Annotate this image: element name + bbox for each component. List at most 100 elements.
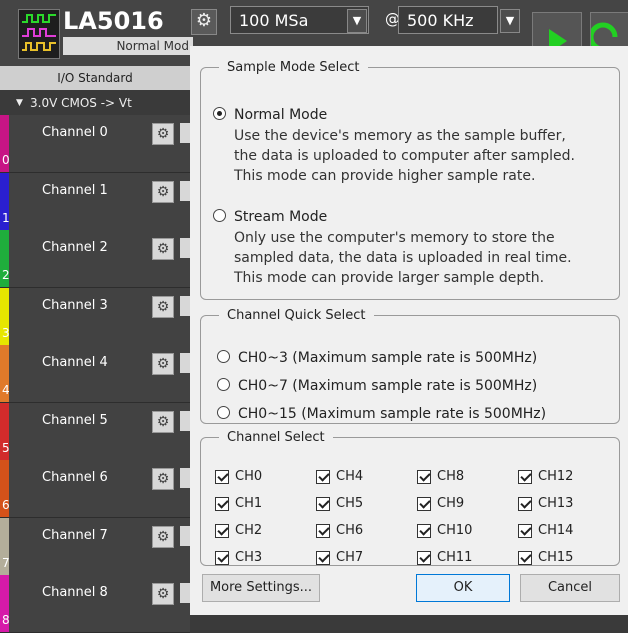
channel-number: 1	[2, 210, 10, 225]
channel-label: Channel 3	[42, 297, 108, 313]
stream-mode-description: Only use the computer's memory to store …	[234, 230, 572, 286]
channel-row[interactable]: 4 Channel 4 ⚙	[0, 345, 190, 403]
channel-toggle[interactable]	[180, 583, 190, 603]
channel-toggle[interactable]	[180, 410, 190, 431]
channel-row[interactable]: 6 Channel 6 ⚙	[0, 460, 190, 518]
channel-checkbox[interactable]: CH2	[215, 523, 262, 538]
channel-checkbox-label: CH15	[538, 550, 574, 565]
chevron-down-icon[interactable]: ▼	[347, 9, 367, 33]
channel-checkbox[interactable]: CH9	[417, 496, 464, 511]
cancel-button[interactable]: Cancel	[520, 574, 620, 602]
quick-select-option[interactable]: CH0~15 (Maximum sample rate is 500MHz)	[217, 404, 546, 424]
radio-unchecked-icon	[217, 350, 230, 363]
checkbox-checked-icon	[215, 469, 229, 484]
normal-mode-label: Normal Mode	[234, 107, 328, 123]
channel-checkbox[interactable]: CH15	[518, 550, 573, 565]
channel-row[interactable]: 5 Channel 5 ⚙	[0, 402, 190, 461]
channel-row[interactable]: 7 Channel 7 ⚙	[0, 517, 190, 576]
channel-select-group: Channel Select CH0 CH1 CH2 CH3 CH4 CH5 CH6 CH7 C…	[200, 430, 620, 566]
channel-toggle[interactable]	[180, 353, 190, 373]
checkbox-checked-icon	[215, 523, 229, 538]
triangle-down-icon: ▼	[16, 98, 23, 108]
normal-mode-radio[interactable]: Normal Mode	[213, 105, 327, 125]
channel-settings-gear-icon[interactable]: ⚙	[152, 525, 174, 548]
channel-settings-gear-icon[interactable]: ⚙	[152, 295, 174, 318]
checkbox-checked-icon	[518, 469, 532, 484]
channel-number: 4	[2, 383, 10, 397]
channel-checkbox-label: CH11	[437, 550, 473, 565]
checkbox-checked-icon	[417, 523, 431, 538]
channel-checkbox[interactable]: CH10	[417, 523, 472, 538]
quick-select-option[interactable]: CH0~3 (Maximum sample rate is 500MHz)	[217, 348, 537, 368]
channel-checkbox[interactable]: CH14	[518, 523, 573, 538]
channel-toggle[interactable]	[180, 525, 190, 546]
checkbox-checked-icon	[316, 469, 330, 484]
channel-checkbox[interactable]: CH12	[518, 469, 573, 484]
channel-toggle[interactable]	[180, 238, 190, 258]
channel-checkbox-label: CH7	[336, 550, 364, 565]
channel-row[interactable]: 3 Channel 3 ⚙	[0, 287, 190, 346]
radio-unchecked-icon	[213, 209, 226, 222]
quick-select-option[interactable]: CH0~7 (Maximum sample rate is 500MHz)	[217, 376, 537, 396]
checkbox-checked-icon	[215, 550, 229, 565]
channel-quick-select-group: Channel Quick Select CH0~3 (Maximum samp…	[200, 308, 620, 424]
channel-label: Channel 0	[42, 125, 108, 140]
channel-settings-gear-icon[interactable]: ⚙	[152, 468, 174, 490]
logic-analyzer-logo-icon	[18, 9, 60, 59]
stream-mode-radio[interactable]: Stream Mode	[213, 207, 327, 227]
quick-select-label: CH0~3 (Maximum sample rate is 500MHz)	[238, 350, 538, 366]
device-name: LA5016	[63, 7, 164, 35]
sample-mode-group: Sample Mode Select Normal Mode Use the d…	[200, 60, 620, 300]
ok-button[interactable]: OK	[416, 574, 510, 602]
checkbox-checked-icon	[518, 496, 532, 511]
channel-number: 5	[2, 440, 10, 455]
channel-toggle[interactable]	[180, 295, 190, 316]
channel-checkbox[interactable]: CH8	[417, 469, 464, 484]
channel-row[interactable]: 8 Channel 8 ⚙	[0, 575, 190, 633]
channel-number: 6	[2, 498, 10, 512]
frequency-select[interactable]: 500 KHz	[398, 6, 498, 34]
channel-toggle[interactable]	[180, 468, 190, 488]
channel-checkbox-label: CH10	[437, 523, 473, 538]
channel-settings-gear-icon[interactable]: ⚙	[152, 123, 174, 145]
checkbox-checked-icon	[518, 550, 532, 565]
channel-toggle[interactable]	[180, 123, 190, 143]
channel-checkbox[interactable]: CH7	[316, 550, 363, 565]
channel-row[interactable]: 0 Channel 0 ⚙	[0, 115, 190, 173]
channel-settings-gear-icon[interactable]: ⚙	[152, 410, 174, 433]
io-standard-select[interactable]: ▼ 3.0V CMOS -> Vt	[0, 92, 190, 114]
channel-settings-gear-icon[interactable]: ⚙	[152, 180, 174, 203]
channel-row[interactable]: 2 Channel 2 ⚙	[0, 230, 190, 288]
channel-row[interactable]: 1 Channel 1 ⚙	[0, 172, 190, 231]
channel-checkbox[interactable]: CH4	[316, 469, 363, 484]
channel-checkbox[interactable]: CH6	[316, 523, 363, 538]
channel-label: Channel 8	[42, 585, 108, 600]
channel-label: Channel 6	[42, 470, 108, 485]
chevron-down-icon[interactable]: ▼	[500, 9, 520, 33]
channel-checkbox[interactable]: CH0	[215, 469, 262, 484]
checkbox-checked-icon	[316, 550, 330, 565]
channel-checkbox-label: CH6	[336, 523, 364, 538]
channel-number: 3	[2, 325, 10, 340]
channel-checkbox[interactable]: CH11	[417, 550, 472, 565]
channel-label: Channel 2	[42, 240, 108, 255]
channel-number: 2	[2, 268, 10, 282]
channel-checkbox-label: CH5	[336, 496, 364, 511]
channel-settings-gear-icon[interactable]: ⚙	[152, 238, 174, 260]
more-settings-button[interactable]: More Settings...	[202, 574, 320, 602]
channel-checkbox[interactable]: CH13	[518, 496, 573, 511]
checkbox-checked-icon	[316, 496, 330, 511]
channel-settings-gear-icon[interactable]: ⚙	[152, 583, 174, 605]
device-settings-gear-icon[interactable]: ⚙	[191, 9, 217, 35]
radio-checked-icon	[213, 107, 226, 120]
channel-toggle[interactable]	[180, 180, 190, 201]
channel-settings-gear-icon[interactable]: ⚙	[152, 353, 174, 375]
channel-number: 0	[2, 153, 10, 167]
channel-checkbox[interactable]: CH1	[215, 496, 262, 511]
channel-number: 7	[2, 555, 10, 570]
channel-checkbox-label: CH4	[336, 469, 364, 484]
channel-checkbox[interactable]: CH3	[215, 550, 262, 565]
channel-checkbox[interactable]: CH5	[316, 496, 363, 511]
checkbox-checked-icon	[215, 496, 229, 511]
sample-mode-title: Sample Mode Select	[227, 60, 360, 75]
